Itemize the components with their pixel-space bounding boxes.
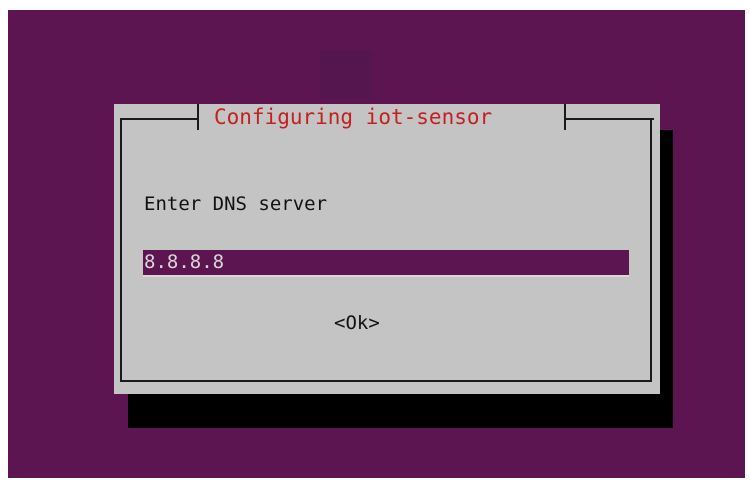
frame-top-right (564, 118, 654, 120)
terminal-screen: Configuring iot-sensor Enter DNS server … (8, 10, 745, 478)
ok-button[interactable]: <Ok> (334, 311, 380, 335)
dialog-title: Configuring iot-sensor (214, 105, 493, 129)
config-dialog: Configuring iot-sensor Enter DNS server … (114, 104, 660, 394)
frame-top-left (120, 118, 198, 120)
title-bracket-left (197, 104, 199, 130)
title-bracket-right (564, 104, 566, 130)
dns-prompt-label: Enter DNS server (144, 193, 328, 215)
dns-server-input[interactable]: 8.8.8.8 (143, 250, 629, 277)
background-block (320, 50, 372, 98)
